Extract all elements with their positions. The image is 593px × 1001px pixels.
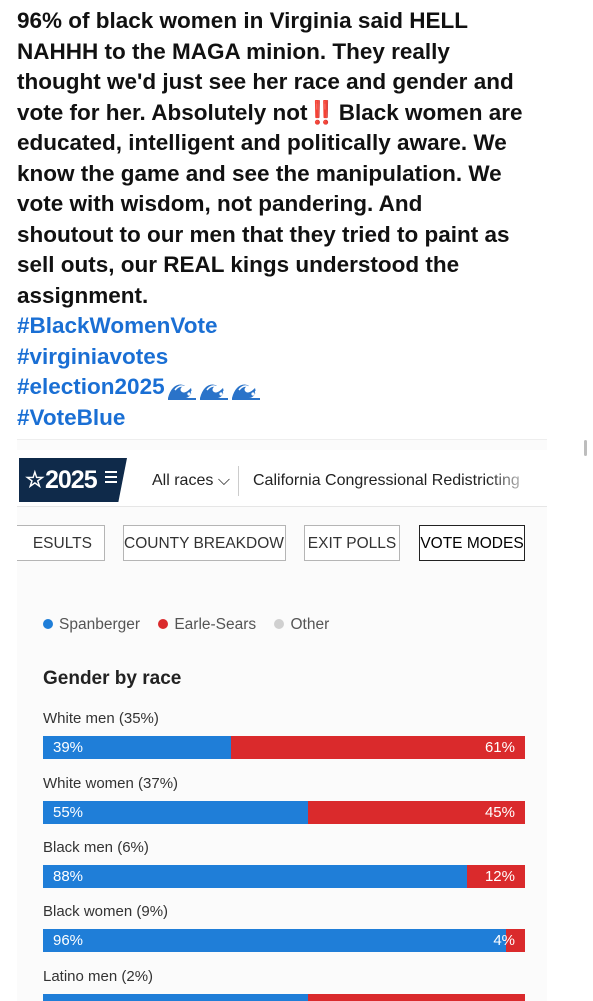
bar-spanberger: 88% [43, 865, 468, 888]
pct-label-spanberger: 39% [53, 739, 84, 756]
pct-label-earle-sears: 4% [493, 932, 515, 949]
legend-label: Other [290, 616, 330, 633]
bar-spanberger: 96% [43, 929, 506, 952]
pct-label-earle-sears: 61% [484, 739, 515, 756]
hashtag-link[interactable]: #VoteBlue [17, 403, 583, 434]
post-line: vote with wisdom, not pandering. And [17, 191, 423, 216]
wave-emoji-icon [199, 378, 229, 401]
group-label: Black men (6%) [43, 839, 149, 856]
hashtag-link[interactable]: #virginiavotes [17, 342, 583, 373]
chart-legend: Spanberger Earle-Sears Other [43, 616, 343, 634]
logo-year: 2025 [45, 466, 98, 494]
post-line: educated, intelligent and politically aw… [17, 130, 507, 155]
bar-spanberger: 55% [43, 801, 309, 824]
hashtag-link[interactable]: #BlackWomenVote [17, 311, 583, 342]
group-label: Black women (9%) [43, 903, 169, 920]
double-exclamation-emoji: ‼️ [307, 99, 335, 125]
wave-emoji-icon [167, 378, 197, 401]
post-text: 96% of black women in Virginia said HELL… [17, 6, 583, 433]
group-label: White men (35%) [43, 710, 159, 727]
election-2025-logo[interactable]: ☆ 2025 [19, 458, 127, 502]
legend-dot [43, 619, 53, 629]
pct-label-spanberger: 96% [53, 932, 84, 949]
wave-emojis [165, 374, 261, 401]
pct-label-earle-sears: 45% [484, 804, 515, 821]
result-bar: 96% 4% [43, 929, 525, 952]
star-icon: ☆ [25, 467, 45, 492]
post-line: 96% of black women in Virginia said HELL [17, 8, 468, 33]
pct-label-spanberger: 55% [53, 804, 84, 821]
chevron-down-icon: ⌵ [217, 472, 230, 489]
menu-icon [105, 471, 117, 486]
section-title: Gender by race [43, 668, 182, 689]
all-races-label: All races [152, 472, 214, 489]
legend-item-other: Other [274, 616, 329, 634]
pct-label-spanberger: 88% [53, 868, 84, 885]
post-line: assignment. [17, 282, 149, 308]
post-line: know the game and see the manipulation. … [17, 160, 502, 186]
scrollbar-indicator [584, 440, 587, 456]
site-header: ☆ 2025 All races ⌵ California Congressio… [17, 450, 547, 507]
all-races-dropdown[interactable]: All races ⌵ [152, 472, 230, 490]
group-label: White women (37%) [43, 775, 179, 792]
group-label: Latino men (2%) [43, 968, 154, 985]
bar-spanberger: 39% [43, 736, 231, 759]
post-line-segment: vote for her. Absolutely not [17, 99, 308, 125]
post-line: NAHHH to the MAGA minion. They really [17, 38, 450, 64]
tab-exit-polls[interactable]: EXIT POLLS [304, 525, 400, 561]
legend-label: Earle-Sears [174, 616, 257, 633]
bar-earle-sears [230, 736, 525, 759]
legend-item-spanberger: Spanberger [43, 616, 140, 634]
post-line-segment: Black women are [332, 99, 523, 125]
tab-county-breakdown[interactable]: COUNTY BREAKDOWN [123, 525, 286, 561]
post-line: vote for her. Absolutely not‼️ Black wom… [17, 98, 583, 129]
legend-dot [274, 619, 285, 629]
post-line: thought we'd just see her race and gende… [17, 69, 514, 94]
post-line: sell outs, our REAL kings understood the [17, 252, 460, 277]
embedded-screenshot: ☆ 2025 All races ⌵ California Congressio… [17, 439, 547, 1001]
wave-emoji-icon [231, 378, 261, 401]
pct-label-earle-sears: 12% [484, 868, 515, 885]
tab-results[interactable]: ESULTS [17, 525, 105, 561]
post-line: shoutout to our men that they tried to p… [17, 221, 510, 247]
hashtag-link[interactable]: #election2025 [17, 372, 583, 403]
legend-dot [158, 619, 169, 629]
result-bar: 55% 45% [43, 801, 525, 824]
result-bar: 88% 12% [43, 865, 525, 888]
hashtag-text: #election2025 [17, 374, 165, 399]
result-bar: 39% 61% [43, 736, 525, 759]
legend-label: Spanberger [59, 616, 141, 633]
tab-vote-modes[interactable]: VOTE MODES [419, 525, 525, 561]
nav-fade [487, 460, 537, 504]
nav-divider [238, 466, 239, 496]
legend-item-earle-sears: Earle-Sears [158, 616, 256, 634]
